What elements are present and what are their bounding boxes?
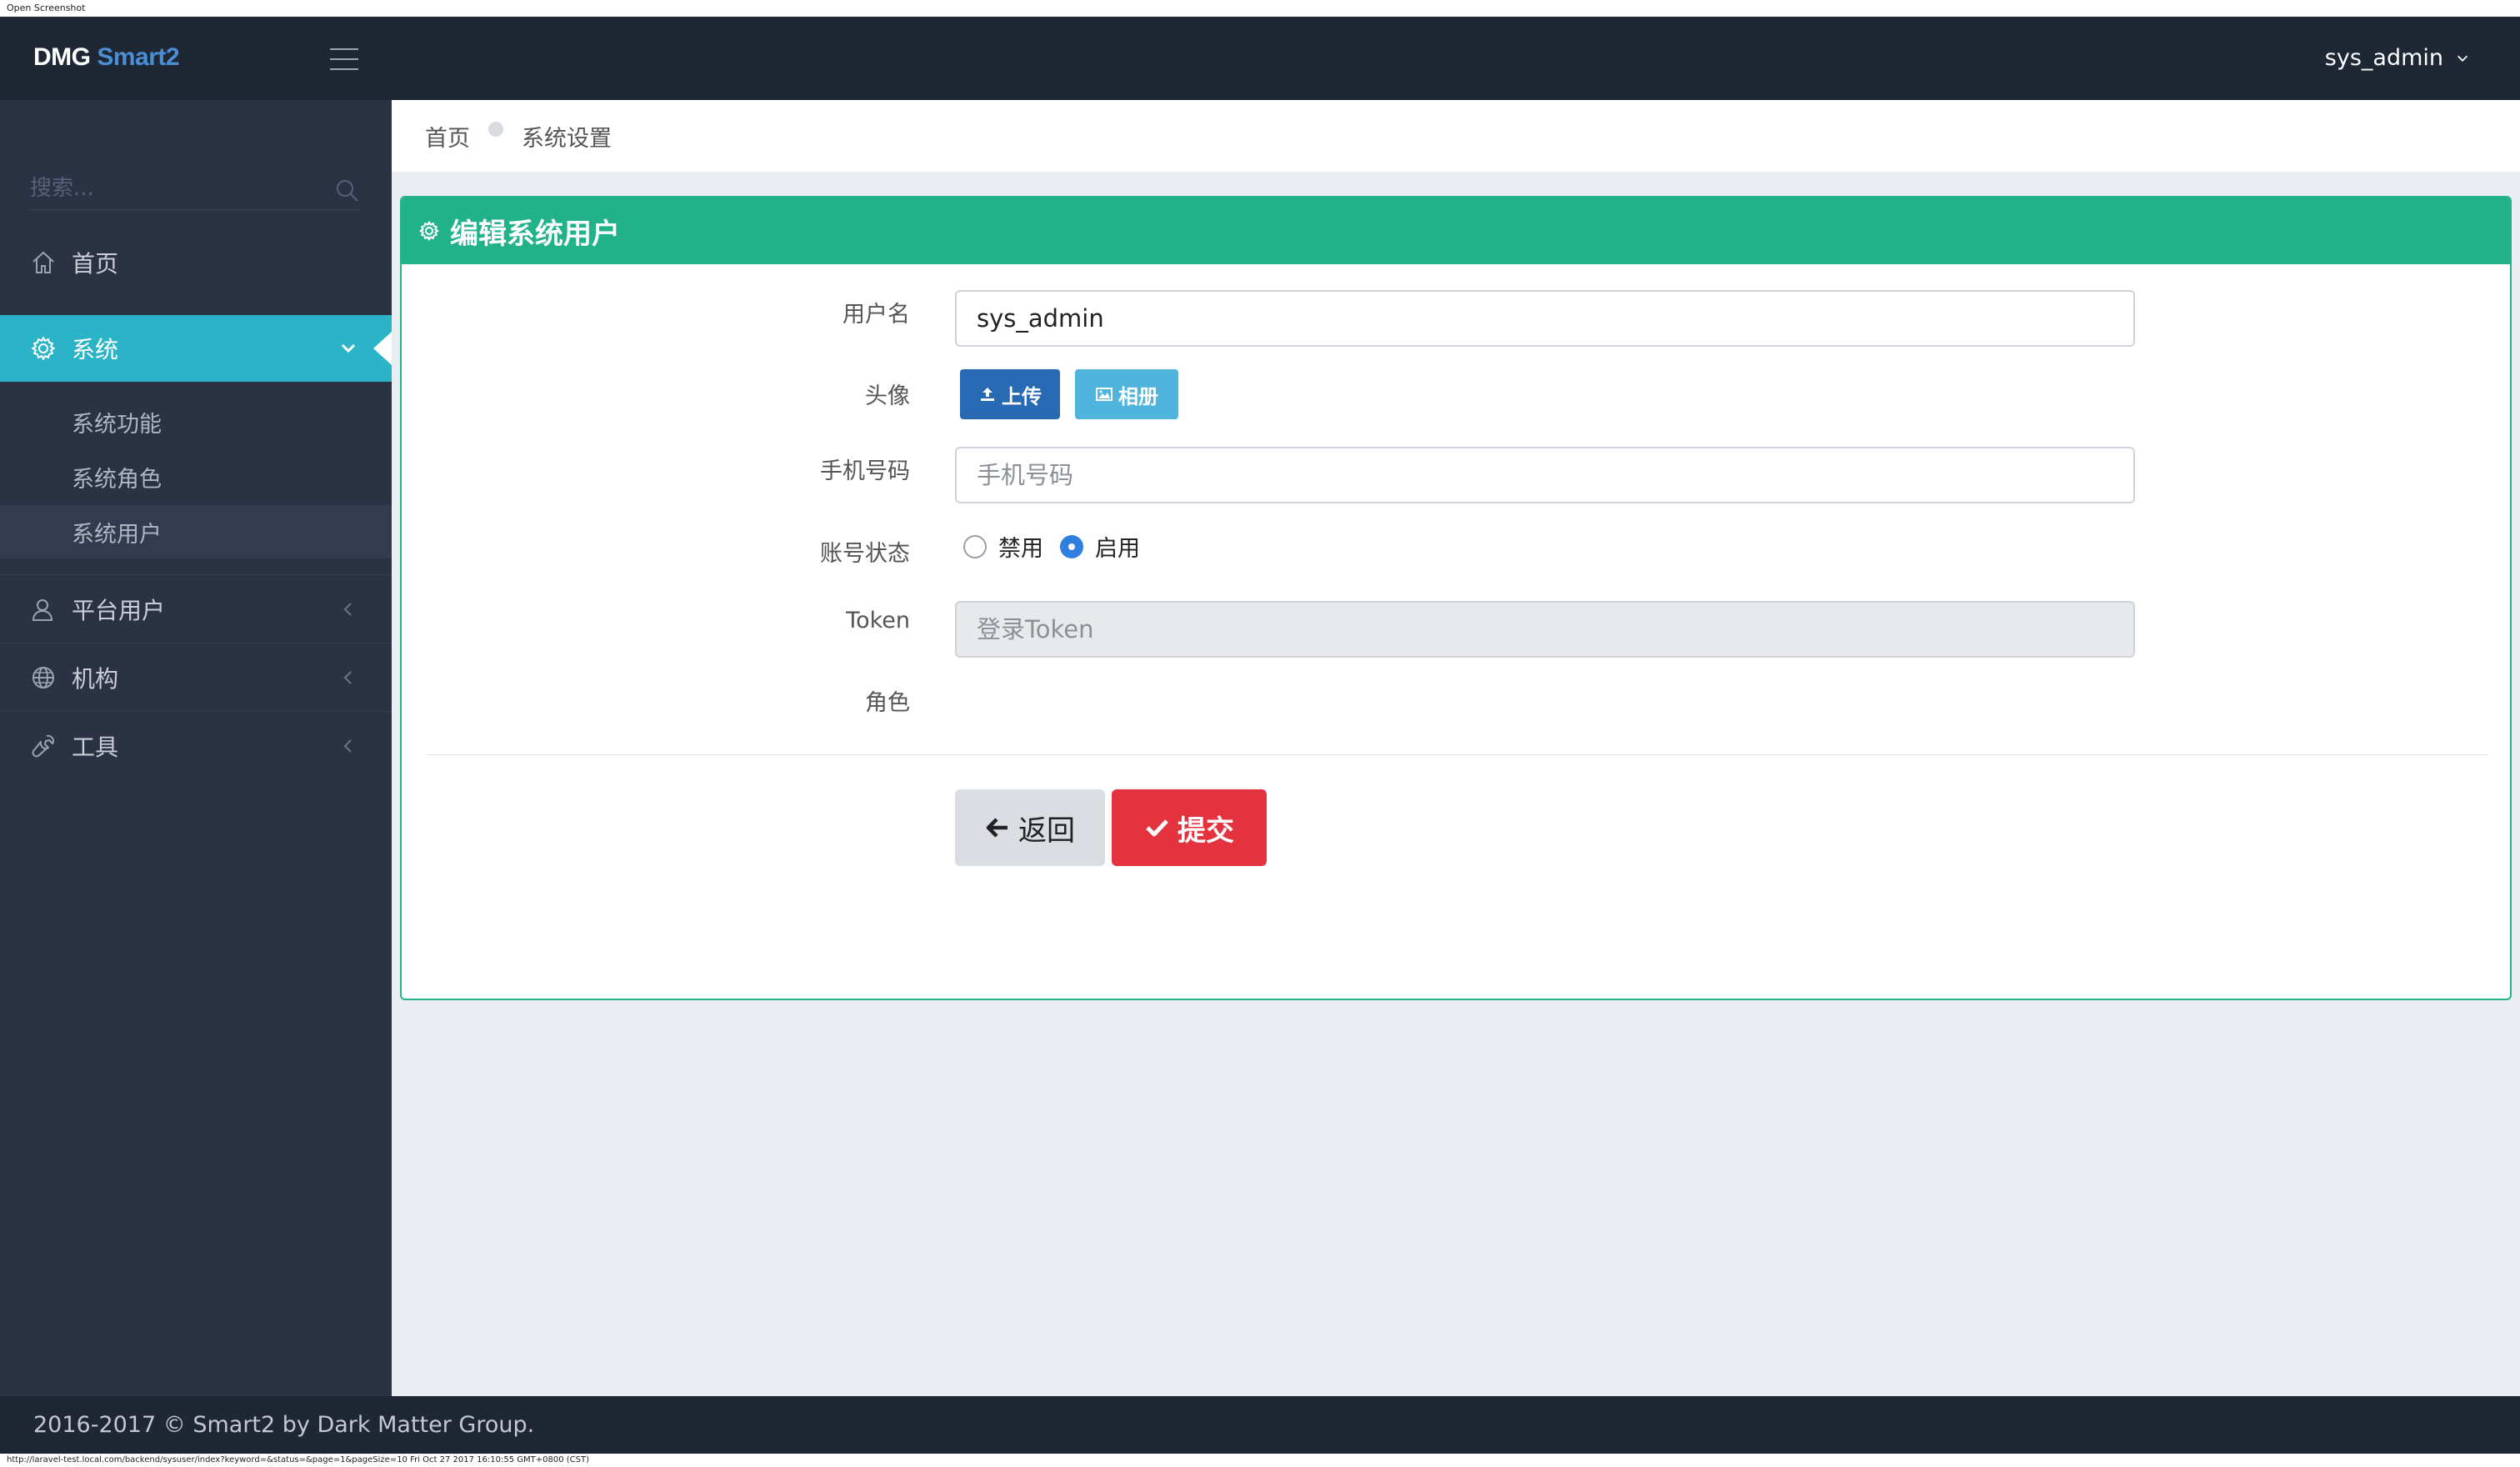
upload-icon [981,388,994,401]
wrench-icon [30,733,57,759]
radio-disabled[interactable] [963,534,987,558]
sidebar-item-organization[interactable]: 机构 [0,644,392,711]
role-label: 角色 [865,690,910,716]
home-icon [30,249,57,276]
sidebar-item-platform-users[interactable]: 平台用户 [0,576,392,643]
user-menu[interactable]: sys_admin [2325,45,2470,71]
window-caption: Open Screenshot [7,3,86,13]
phone-input[interactable] [955,447,2135,503]
brand-main: DMG [33,43,91,71]
status-label: 账号状态 [820,541,910,567]
back-button[interactable]: 返回 [955,789,1105,866]
sidebar-item-label: 首页 [72,250,119,278]
footer-text: 2016-2017 © Smart2 by Dark Matter Group. [33,1412,535,1438]
album-label: 相册 [1118,384,1158,408]
radio-enabled[interactable] [1060,534,1083,558]
panel-header: 编辑系统用户 [402,198,2510,264]
sidebar-subitem-label: 系统功能 [72,411,162,438]
upload-label: 上传 [1002,384,1042,408]
globe-icon [30,664,57,691]
sidebar-divider [0,711,392,712]
panel-title: 编辑系统用户 [450,217,620,251]
footer: 2016-2017 © Smart2 by Dark Matter Group. [0,1396,2520,1454]
breadcrumb-home[interactable]: 首页 [425,120,470,153]
phone-label: 手机号码 [820,458,910,484]
back-label: 返回 [1018,814,1075,848]
sidebar-subitem-label: 系统角色 [72,466,162,493]
avatar-label: 头像 [865,383,910,409]
chevron-left-icon [343,739,352,753]
sidebar-divider [0,574,392,575]
main-content: 首页 系统设置 编辑系统用户 用户名 头像 上传 相册 手机号码 账号状态 [392,100,2520,1396]
hamburger-icon[interactable] [330,48,358,70]
status-option-disabled[interactable]: 禁用 [963,530,1043,563]
status-option-label: 启用 [1095,536,1140,562]
arrow-left-icon [986,818,1008,838]
sidebar-item-system[interactable]: 系统 [0,315,392,382]
status-url: http://laravel-test.local.com/backend/sy… [7,1455,590,1464]
brand-logo[interactable]: DMG Smart2 [33,43,180,72]
image-icon [1096,388,1112,401]
sidebar-item-label: 工具 [72,734,119,761]
album-button[interactable]: 相册 [1075,369,1178,419]
chevron-left-icon [343,603,352,616]
chevron-down-icon [2457,55,2468,62]
sidebar-subitem-label: 系统用户 [72,521,162,548]
status-option-enabled[interactable]: 启用 [1060,530,1140,563]
sidebar-item-tools[interactable]: 工具 [0,713,392,779]
sidebar-subitem-roles[interactable]: 系统角色 [0,450,392,503]
user-name: sys_admin [2324,45,2443,71]
status-option-label: 禁用 [998,536,1043,562]
breadcrumb-separator [488,122,503,137]
upload-button[interactable]: 上传 [960,369,1060,419]
submit-label: 提交 [1178,814,1234,848]
sidebar-item-home[interactable]: 首页 [0,229,392,296]
chevron-down-icon [341,343,356,353]
breadcrumb-current: 系统设置 [522,125,612,152]
chevron-left-icon [343,671,352,684]
sidebar: 首页 系统 系统功能 系统角色 系统用户 平台用户 机构 工具 [0,100,392,1396]
gear-icon [418,220,440,242]
sidebar-item-label: 系统 [72,336,119,363]
sidebar-item-label: 平台用户 [72,597,166,624]
check-icon [1146,819,1168,837]
token-input [955,601,2135,658]
edit-user-panel: 编辑系统用户 用户名 头像 上传 相册 手机号码 账号状态 禁用 启用 Toke… [400,196,2512,1000]
submit-button[interactable]: 提交 [1112,789,1267,866]
brand-accent: Smart2 [97,43,180,71]
search-icon[interactable] [335,178,360,203]
breadcrumb: 首页 系统设置 [392,100,2520,172]
username-input[interactable] [955,290,2135,347]
user-icon [30,596,57,623]
sidebar-subitem-users[interactable]: 系统用户 [0,505,392,558]
token-label: Token [846,608,910,633]
form-divider [427,754,2488,755]
sidebar-search-input[interactable] [30,168,313,208]
gear-icon [30,335,57,362]
sidebar-subitem-functions[interactable]: 系统功能 [0,395,392,448]
sidebar-item-label: 机构 [72,665,119,693]
username-label: 用户名 [842,302,910,328]
sidebar-search [30,168,360,210]
top-navbar: DMG Smart2 sys_admin [0,17,2520,100]
